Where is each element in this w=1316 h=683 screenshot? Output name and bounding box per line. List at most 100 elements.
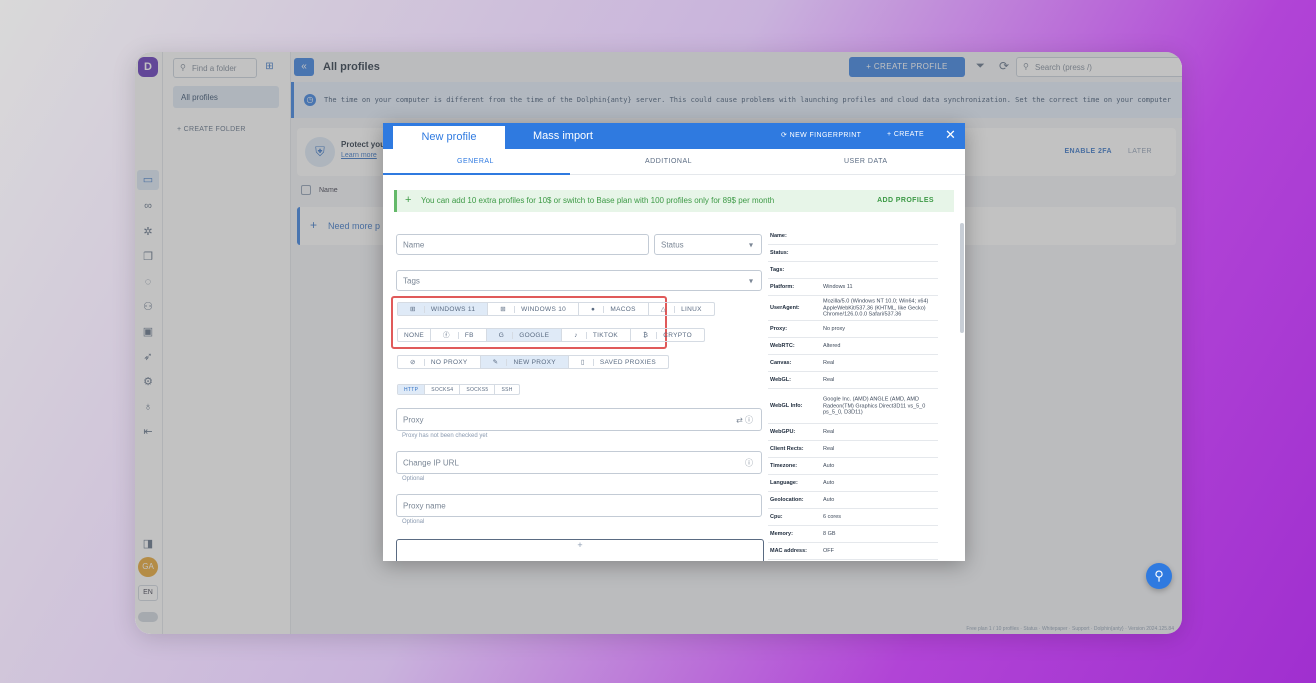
proxy-mode-label: NO PROXY xyxy=(430,359,468,366)
block-icon: ⊘ xyxy=(404,359,425,366)
template-crypto[interactable]: ₿ CRYPTO xyxy=(631,329,704,341)
tab-user-data[interactable]: USER DATA xyxy=(844,158,888,165)
summary-value: Real xyxy=(823,428,835,435)
summary-row: Language: Auto xyxy=(768,475,938,492)
summary-key: Cpu: xyxy=(770,514,783,520)
summary-row: WebRTC: Altered xyxy=(768,338,938,355)
summary-value: 6 cores xyxy=(823,513,842,520)
summary-key: Name: xyxy=(770,233,787,239)
template-google[interactable]: G GOOGLE xyxy=(486,329,563,341)
add-profiles-button[interactable]: ADD PROFILES xyxy=(877,197,934,204)
modal-scrollbar[interactable] xyxy=(960,223,964,333)
summary-key: Timezone: xyxy=(770,463,798,469)
change-ip-input[interactable]: Change IP URL ⓘ xyxy=(396,451,762,474)
protocol-socks4[interactable]: SOCKS4 xyxy=(425,385,461,394)
tags-select[interactable]: Tags ▾ xyxy=(396,270,762,291)
status-select[interactable]: Status ▾ xyxy=(654,234,762,255)
proxy-mode-saved[interactable]: ▯ SAVED PROXIES xyxy=(569,356,668,368)
template-fb[interactable]: ⓕ FB xyxy=(431,329,487,341)
summary-key: Client Rects: xyxy=(770,446,804,452)
proxy-name-input[interactable]: Proxy name xyxy=(396,494,762,517)
summary-key: Platform: xyxy=(770,284,795,290)
summary-row: Timezone: Auto xyxy=(768,458,938,475)
status-placeholder: Status xyxy=(661,240,684,249)
create-button[interactable]: + CREATE xyxy=(887,131,924,138)
summary-key: WebGL: xyxy=(770,377,791,383)
summary-value: Auto xyxy=(823,479,835,486)
dropdown-arrow-icon: ▾ xyxy=(748,240,753,249)
template-none[interactable]: NONE xyxy=(398,329,431,341)
protocol-ssh[interactable]: SSH xyxy=(495,385,518,394)
tab-additional[interactable]: ADDITIONAL xyxy=(645,158,692,165)
summary-value: No proxy xyxy=(823,325,846,332)
proxy-placeholder: Proxy xyxy=(403,415,424,424)
summary-key: Tags: xyxy=(770,267,785,273)
summary-value: Mozilla/5.0 (Windows NT 10.0; Win64; x64… xyxy=(823,298,929,318)
facebook-icon: ⓕ xyxy=(436,332,459,339)
proxy-mode-new[interactable]: ✎ NEW PROXY xyxy=(480,356,569,368)
protocol-selector: HTTP SOCKS4 SOCKS5 SSH xyxy=(397,384,520,395)
plus-icon: + xyxy=(405,194,412,206)
proxy-input[interactable]: Proxy ⇄ ⓘ xyxy=(396,408,762,431)
template-tiktok[interactable]: ♪ TIKTOK xyxy=(562,329,632,341)
template-label: FB xyxy=(464,332,474,339)
proxy-mode-label: SAVED PROXIES xyxy=(599,359,657,366)
tags-placeholder: Tags xyxy=(403,276,420,285)
google-icon: G xyxy=(492,332,514,339)
new-fingerprint-button[interactable]: ⟳ NEW FINGERPRINT xyxy=(781,131,861,139)
template-label: CRYPTO xyxy=(663,332,692,339)
platform-label: LINUX xyxy=(681,306,702,313)
new-profile-modal: New profile Mass import ⟳ NEW FINGERPRIN… xyxy=(383,123,965,561)
bookmark-icon: ▯ xyxy=(574,359,594,366)
windows-icon: ⊞ xyxy=(494,306,516,313)
template-label: GOOGLE xyxy=(519,332,550,339)
name-input[interactable]: Name xyxy=(396,234,649,255)
template-label: TIKTOK xyxy=(592,332,619,339)
proxy-mode-none[interactable]: ⊘ NO PROXY xyxy=(398,356,481,368)
summary-row: Status: xyxy=(768,245,938,262)
plus-icon: + xyxy=(577,540,583,550)
summary-row: Name: xyxy=(768,228,938,245)
proxy-help-text: Proxy has not been checked yet xyxy=(402,433,488,439)
proxy-name-placeholder: Proxy name xyxy=(403,501,446,510)
summary-key: Language: xyxy=(770,480,798,486)
summary-row: Proxy: No proxy xyxy=(768,321,938,338)
help-search-button[interactable]: ⚲ xyxy=(1146,563,1172,589)
name-placeholder: Name xyxy=(403,240,425,249)
summary-row: Canvas: Real xyxy=(768,355,938,372)
summary-value: Real xyxy=(823,445,835,452)
summary-key: Memory: xyxy=(770,531,793,537)
bitcoin-icon: ₿ xyxy=(637,332,658,339)
platform-windows11[interactable]: ⊞ WINDOWS 11 xyxy=(398,303,489,315)
platform-macos[interactable]: ● MACOS xyxy=(579,303,649,315)
tab-general[interactable]: GENERAL xyxy=(457,158,494,165)
summary-row: Tags: xyxy=(768,262,938,279)
summary-key: Status: xyxy=(770,250,789,256)
proxy-name-help-text: Optional xyxy=(402,519,425,525)
platform-windows10[interactable]: ⊞ WINDOWS 10 xyxy=(488,303,580,315)
change-ip-help-text: Optional xyxy=(402,476,425,482)
close-icon[interactable]: ✕ xyxy=(945,128,956,142)
summary-value: 8 GB xyxy=(823,530,836,537)
summary-row: Cpu: 6 cores xyxy=(768,509,938,526)
protocol-socks5[interactable]: SOCKS5 xyxy=(460,385,496,394)
platform-linux[interactable]: △ LINUX xyxy=(649,303,714,315)
tab-new-profile[interactable]: New profile xyxy=(393,126,505,149)
summary-key: MAC address: xyxy=(770,548,807,554)
tab-mass-import[interactable]: Mass import xyxy=(533,130,593,142)
swap-info-icon[interactable]: ⇄ ⓘ xyxy=(736,414,753,425)
summary-row: Memory: 8 GB xyxy=(768,526,938,543)
platform-label: WINDOWS 10 xyxy=(521,306,567,313)
protocol-http[interactable]: HTTP xyxy=(398,385,426,394)
platform-label: WINDOWS 11 xyxy=(430,306,476,313)
dropdown-arrow-icon: ▾ xyxy=(748,276,753,285)
summary-value: Altered xyxy=(823,342,841,349)
windows-icon: ⊞ xyxy=(404,306,425,313)
drop-zone[interactable]: + xyxy=(396,539,764,561)
info-icon[interactable]: ⓘ xyxy=(745,457,753,468)
summary-value: Windows 11 xyxy=(823,283,853,290)
summary-row: Client Rects: Real xyxy=(768,441,938,458)
modal-header: New profile Mass import ⟳ NEW FINGERPRIN… xyxy=(383,123,965,149)
modal-subtabs: GENERAL ADDITIONAL USER DATA xyxy=(383,149,965,175)
summary-row: Geolocation: Auto xyxy=(768,492,938,509)
